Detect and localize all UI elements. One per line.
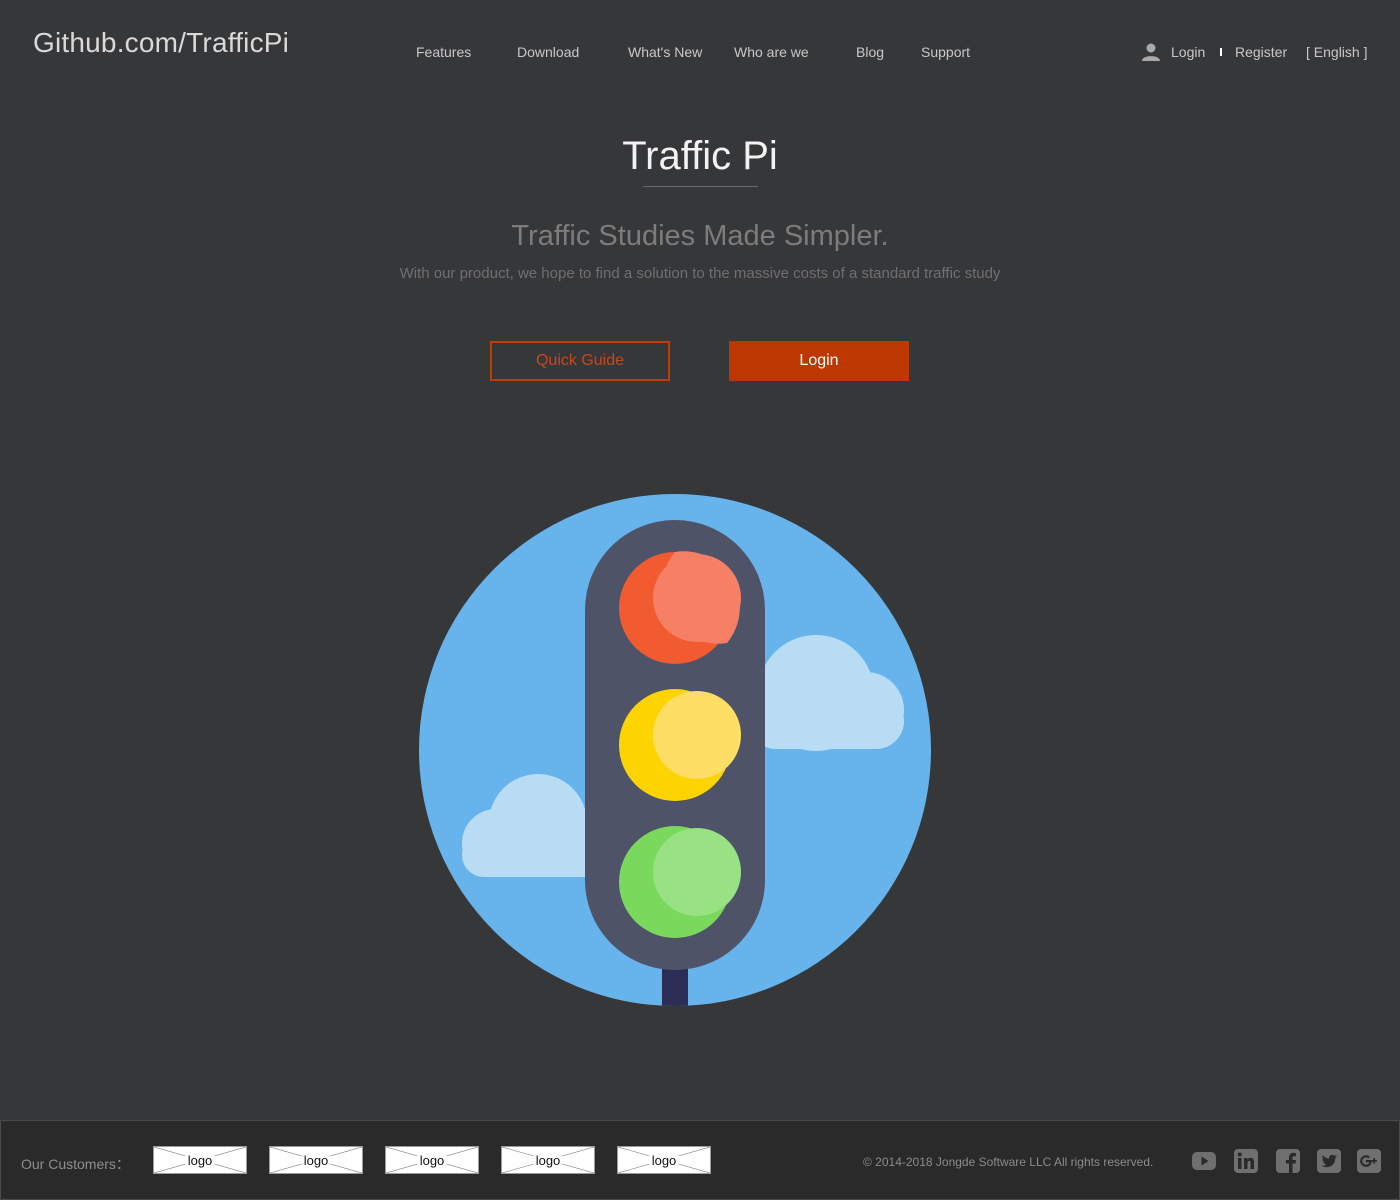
traffic-light-icon: [419, 494, 931, 1006]
hero-description: With our product, we hope to find a solu…: [399, 265, 1001, 282]
page: Github.com/TrafficPi Features Download W…: [0, 0, 1400, 1200]
header-register-link[interactable]: Register: [1235, 44, 1287, 60]
hero-title: Traffic Pi: [622, 134, 778, 178]
customer-logo: logo: [617, 1146, 711, 1174]
linkedin-icon[interactable]: [1233, 1148, 1259, 1174]
brand-link[interactable]: Github.com/TrafficPi: [33, 27, 289, 59]
hero-tagline: Traffic Studies Made Simpler.: [511, 220, 889, 252]
login-button[interactable]: Login: [729, 341, 909, 381]
account-separator: [1220, 48, 1222, 56]
nav-download[interactable]: Download: [517, 44, 579, 60]
nav-support[interactable]: Support: [921, 44, 970, 60]
youtube-icon[interactable]: [1191, 1148, 1217, 1174]
google-plus-icon[interactable]: [1356, 1148, 1382, 1174]
twitter-icon[interactable]: [1316, 1148, 1342, 1174]
facebook-icon[interactable]: [1275, 1148, 1301, 1174]
title-underline: [643, 186, 758, 187]
customer-logo: logo: [269, 1146, 363, 1174]
customer-logo: logo: [385, 1146, 479, 1174]
nav-blog[interactable]: Blog: [856, 44, 884, 60]
header-login-link[interactable]: Login: [1171, 44, 1205, 60]
customer-logo: logo: [501, 1146, 595, 1174]
language-selector[interactable]: [ English ]: [1306, 44, 1367, 60]
copyright-text: © 2014-2018 Jongde Software LLC All righ…: [863, 1155, 1154, 1169]
customers-label: Our Customers：: [21, 1156, 130, 1172]
nav-who-are-we[interactable]: Who are we: [734, 44, 809, 60]
quick-guide-button[interactable]: Quick Guide: [490, 341, 670, 381]
footer: Our Customers： logo logo logo logo logo …: [0, 1120, 1400, 1200]
nav-whats-new[interactable]: What's New: [628, 44, 702, 60]
nav-features[interactable]: Features: [416, 44, 471, 60]
user-icon: [1142, 43, 1160, 61]
customer-logo: logo: [153, 1146, 247, 1174]
